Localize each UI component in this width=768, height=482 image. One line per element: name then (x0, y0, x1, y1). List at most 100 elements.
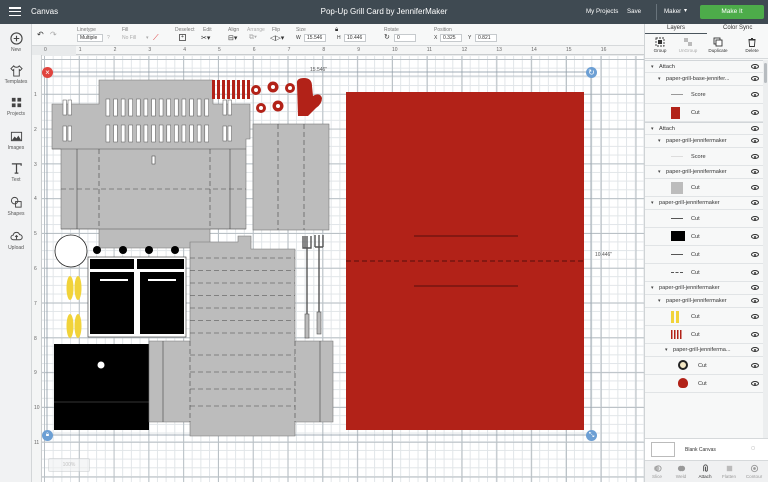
visibility-eye-icon[interactable] (751, 270, 759, 275)
expand-triangle-icon[interactable]: ▾ (658, 298, 661, 304)
visibility-eye-icon[interactable] (751, 154, 759, 159)
visibility-eye-icon[interactable] (751, 381, 759, 386)
layer-row[interactable]: Cut (645, 308, 763, 326)
visibility-eye-icon[interactable] (751, 169, 759, 174)
layer-row[interactable]: ▾ paper-grill-jennifermaker (645, 197, 763, 210)
visibility-eye-icon[interactable] (751, 252, 759, 257)
chevron-down-icon[interactable]: ▾ (684, 7, 687, 14)
flatten-button[interactable]: Flatten (717, 464, 741, 479)
layer-row[interactable]: Cut (645, 228, 763, 246)
visibility-eye-icon[interactable] (751, 216, 759, 221)
width-input[interactable]: 15.546 (304, 34, 326, 42)
layer-row[interactable]: Score (645, 148, 763, 166)
layer-row[interactable]: ▾ paper-grill-jennifermaker (645, 295, 763, 308)
lock-handle-icon[interactable]: 🔒︎ (42, 430, 53, 441)
visibility-eye-icon[interactable] (751, 126, 759, 131)
expand-triangle-icon[interactable]: ▾ (651, 64, 654, 70)
visibility-eye-icon[interactable] (751, 234, 759, 239)
flip-icon[interactable]: ◁▷▾ (270, 34, 284, 42)
grill-lid-panel[interactable] (252, 123, 330, 231)
rotate-handle-icon[interactable]: ↻ (586, 67, 597, 78)
help-icon[interactable]: ? (107, 35, 110, 41)
layer-row[interactable]: ▾ paper-grill-base-jennifer... (645, 73, 763, 86)
delete-handle-icon[interactable]: × (42, 67, 53, 78)
save-button[interactable]: Save (627, 8, 641, 15)
layer-row[interactable]: Score (645, 86, 763, 104)
oven-mitt-piece[interactable] (296, 78, 322, 116)
nav-projects[interactable]: Projects (0, 96, 32, 117)
duplicate-button[interactable]: Duplicate (705, 35, 731, 53)
visibility-eye-icon[interactable] (751, 64, 759, 69)
nav-shapes[interactable]: Shapes (0, 196, 32, 217)
layer-row[interactable]: Cut (645, 326, 763, 344)
layer-row[interactable]: Cut (645, 210, 763, 228)
layer-row[interactable]: Cut (645, 357, 763, 375)
contour-button[interactable]: Contour (742, 464, 766, 479)
expand-triangle-icon[interactable]: ▾ (651, 200, 654, 206)
visibility-eye-icon[interactable] (751, 138, 759, 143)
blank-canvas-swatch[interactable] (651, 442, 675, 457)
canvas-area[interactable]: 0 1 2 3 4 5 6 7 8 9 10 11 12 13 14 15 16 1 2 3 4 5 6 7 8 9 10 11 1… (32, 46, 644, 482)
layer-row[interactable]: Cut (645, 104, 763, 122)
rotate-input[interactable]: 0 (394, 34, 416, 42)
layer-row[interactable]: ▾ Attach (645, 122, 763, 135)
red-stripes-piece[interactable] (212, 80, 250, 99)
utensils-piece[interactable] (302, 235, 324, 339)
resize-handle-icon[interactable]: ⤡ (586, 430, 597, 441)
visibility-eye-icon[interactable] (751, 76, 759, 81)
lock-icon[interactable]: 🔒︎ (335, 27, 338, 34)
no-fill-swatch-icon[interactable]: ⟋ (153, 33, 159, 43)
nav-text[interactable]: Text (0, 162, 32, 183)
undo-icon[interactable]: ↶ (37, 30, 44, 39)
machine-select[interactable]: Maker (664, 8, 681, 15)
layer-row[interactable]: ▾ paper-grill-jennifermа... (645, 344, 763, 357)
tab-color-sync[interactable]: Color Sync (723, 25, 752, 31)
chevron-down-icon[interactable]: ▾ (146, 35, 149, 41)
position-y-input[interactable]: 0.821 (475, 34, 497, 42)
visibility-eye-icon[interactable] (751, 314, 759, 319)
group-button[interactable]: Group (647, 35, 673, 53)
black-oven-piece[interactable] (87, 256, 187, 338)
tab-layers[interactable]: Layers (667, 25, 685, 31)
layer-row[interactable]: Cut (645, 375, 763, 393)
rings-piece[interactable] (251, 81, 295, 114)
height-input[interactable]: 10.446 (344, 34, 366, 42)
expand-triangle-icon[interactable]: ▾ (665, 347, 668, 353)
expand-triangle-icon[interactable]: ▾ (658, 138, 661, 144)
visibility-eye-icon[interactable] (751, 298, 759, 303)
delete-button[interactable]: Delete (739, 35, 765, 53)
make-it-button[interactable]: Make It (700, 5, 764, 19)
yellow-corn-pieces[interactable] (66, 276, 82, 338)
layers-scrollbar[interactable] (763, 60, 768, 460)
visibility-eye-icon[interactable] (751, 110, 759, 115)
arrange-icon[interactable]: ⧉▾ (249, 34, 257, 42)
attach-button[interactable]: Attach (693, 464, 717, 479)
visibility-eye-icon[interactable] (751, 363, 759, 368)
expand-triangle-icon[interactable]: ▾ (658, 76, 661, 82)
blank-canvas-row[interactable]: Blank Canvas ◌ (645, 438, 768, 460)
visibility-eye-icon[interactable] (751, 185, 759, 190)
fill-select[interactable]: No Fill (122, 35, 136, 41)
zoom-control[interactable]: 100% (48, 458, 90, 472)
nav-images[interactable]: Images (0, 130, 32, 151)
layer-row[interactable]: ▾ paper-grill-jennifermaker (645, 135, 763, 148)
expand-triangle-icon[interactable]: ▾ (658, 169, 661, 175)
layer-row[interactable]: Cut (645, 264, 763, 282)
hide-canvas-icon[interactable]: ◌ (751, 445, 755, 452)
visibility-eye-icon[interactable] (751, 347, 759, 352)
position-x-input[interactable]: 0.325 (440, 34, 462, 42)
nav-upload[interactable]: Upload (0, 230, 32, 251)
layer-row[interactable]: Cut (645, 246, 763, 264)
nav-new[interactable]: New (0, 32, 32, 53)
visibility-eye-icon[interactable] (751, 200, 759, 205)
redo-icon[interactable]: ↷ (50, 30, 57, 39)
layer-row[interactable]: ▾ paper-grill-jennifermaker (645, 166, 763, 179)
visibility-eye-icon[interactable] (751, 332, 759, 337)
visibility-eye-icon[interactable] (751, 285, 759, 290)
expand-triangle-icon[interactable]: ▾ (651, 285, 654, 291)
align-icon[interactable]: ⊟▾ (228, 34, 237, 42)
layer-row[interactable]: ▾ paper-grill-jennifermaker (645, 282, 763, 295)
layer-row[interactable]: ▾ Attach (645, 60, 763, 73)
visibility-eye-icon[interactable] (751, 92, 759, 97)
deselect-icon[interactable]: + (179, 34, 186, 41)
